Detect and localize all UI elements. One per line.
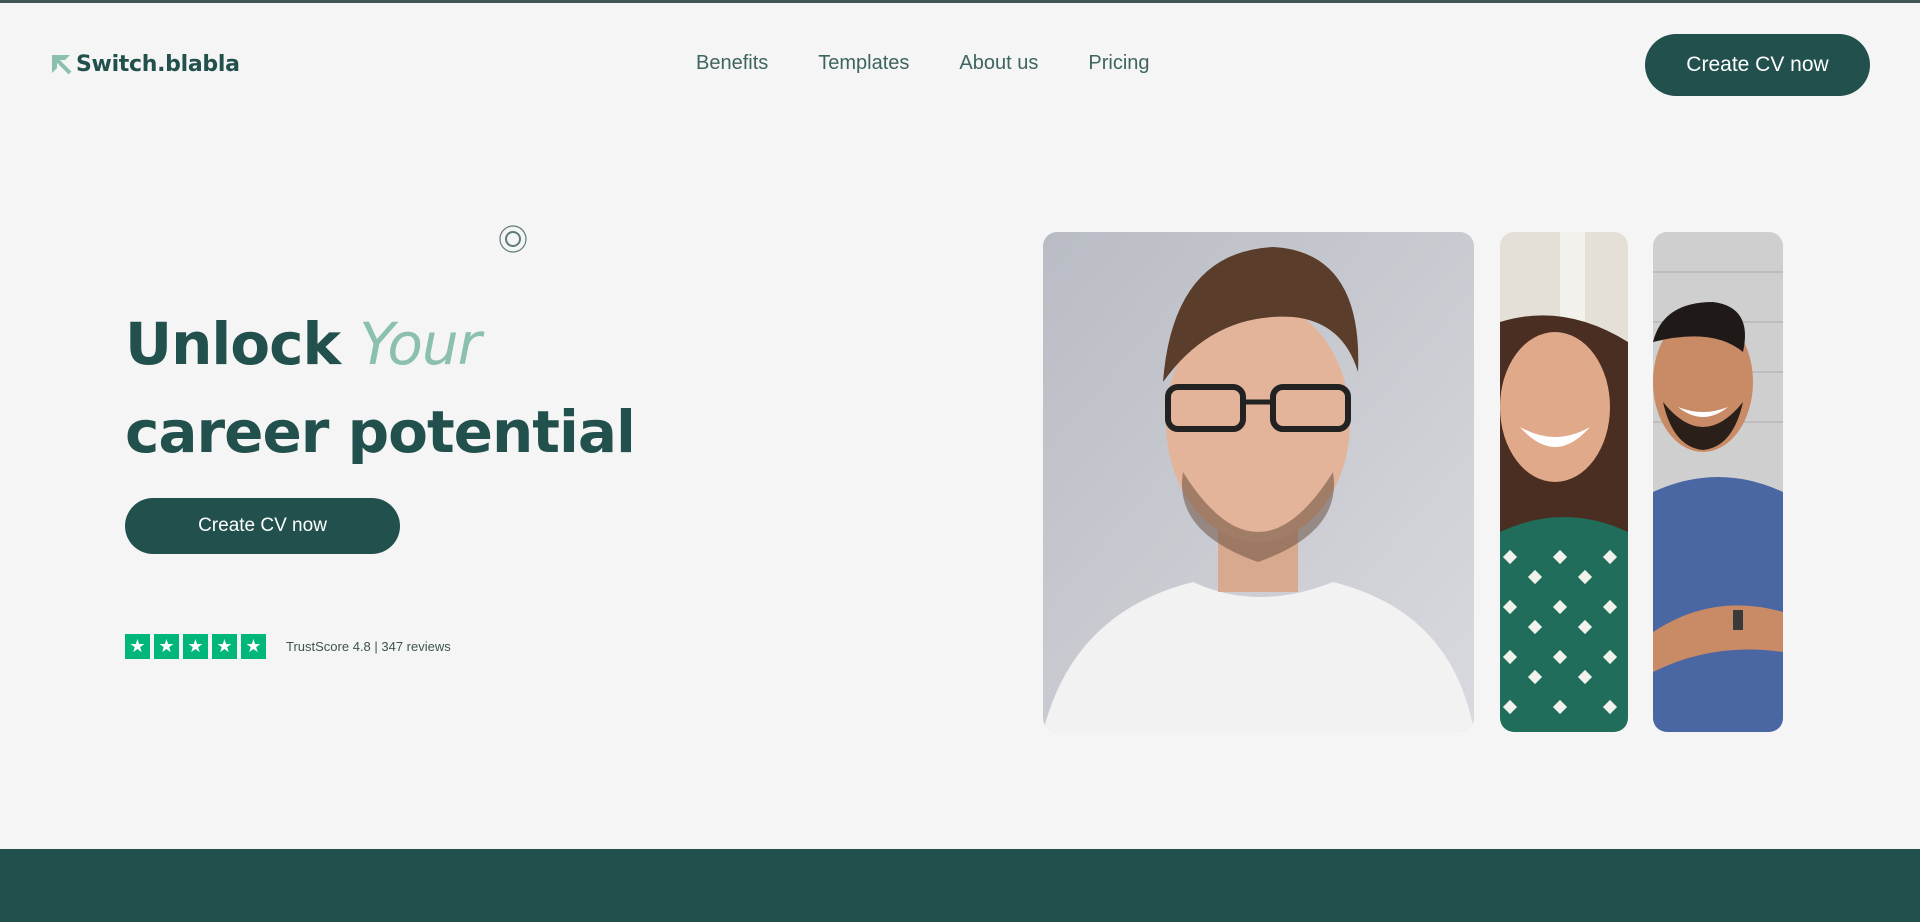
nav-benefits[interactable]: Benefits: [696, 52, 768, 75]
nav-templates[interactable]: Templates: [818, 52, 909, 75]
hero-title-word: Unlock: [125, 310, 341, 378]
nav-about-us[interactable]: About us: [959, 52, 1038, 75]
nav-pricing[interactable]: Pricing: [1088, 52, 1149, 75]
header-create-cv-button[interactable]: Create CV now: [1645, 34, 1870, 96]
logo-text: Switch.blabla: [76, 52, 240, 77]
target-icon: [499, 225, 527, 253]
star-icon: ★: [154, 634, 179, 659]
rating-text: TrustScore 4.8 | 347 reviews: [286, 639, 451, 654]
main-nav: Benefits Templates About us Pricing: [696, 52, 1150, 75]
smiling-man-photo: [1653, 232, 1783, 732]
star-icon: ★: [241, 634, 266, 659]
rating-stars: ★ ★ ★ ★ ★: [125, 634, 266, 659]
trustpilot-rating[interactable]: ★ ★ ★ ★ ★ TrustScore 4.8 | 347 reviews: [125, 634, 451, 659]
hero-title-line2: career potential: [125, 398, 636, 466]
arrow-corner-icon: [50, 53, 74, 77]
star-icon: ★: [125, 634, 150, 659]
hero-title-accent: Your: [359, 310, 481, 378]
hero-create-cv-button[interactable]: Create CV now: [125, 498, 400, 554]
man-with-glasses-photo: [1043, 232, 1474, 732]
star-icon: ★: [183, 634, 208, 659]
top-border-line: [0, 0, 1920, 3]
smiling-woman-photo: [1500, 232, 1628, 732]
footer-band: [0, 849, 1920, 922]
star-icon: ★: [212, 634, 237, 659]
hero-title: Unlock Your career potential: [125, 300, 636, 476]
logo[interactable]: Switch.blabla: [50, 52, 240, 77]
